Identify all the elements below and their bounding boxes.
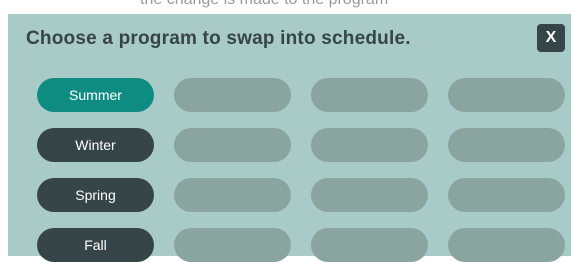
program-button-winter[interactable]: Winter bbox=[37, 128, 154, 162]
cut-off-text: the change is made to the program bbox=[140, 0, 388, 9]
empty-program-slot[interactable] bbox=[311, 78, 428, 112]
close-button[interactable]: X bbox=[537, 24, 565, 52]
program-button-summer[interactable]: Summer bbox=[37, 78, 154, 112]
empty-program-slot[interactable] bbox=[311, 228, 428, 262]
program-button-fall[interactable]: Fall bbox=[37, 228, 154, 262]
empty-program-slot[interactable] bbox=[448, 128, 565, 162]
program-grid: Summer Winter Spring Fall bbox=[37, 78, 565, 262]
empty-program-slot[interactable] bbox=[174, 78, 291, 112]
empty-program-slot[interactable] bbox=[448, 78, 565, 112]
empty-program-slot[interactable] bbox=[174, 228, 291, 262]
empty-program-slot[interactable] bbox=[174, 128, 291, 162]
program-button-spring[interactable]: Spring bbox=[37, 178, 154, 212]
empty-program-slot[interactable] bbox=[311, 178, 428, 212]
empty-program-slot[interactable] bbox=[448, 228, 565, 262]
dialog-title: Choose a program to swap into schedule. bbox=[26, 28, 411, 49]
empty-program-slot[interactable] bbox=[448, 178, 565, 212]
program-swap-dialog: Choose a program to swap into schedule. … bbox=[8, 14, 571, 262]
empty-program-slot[interactable] bbox=[311, 128, 428, 162]
empty-program-slot[interactable] bbox=[174, 178, 291, 212]
top-partial-strip: the change is made to the program bbox=[0, 0, 571, 14]
close-icon: X bbox=[545, 29, 557, 46]
